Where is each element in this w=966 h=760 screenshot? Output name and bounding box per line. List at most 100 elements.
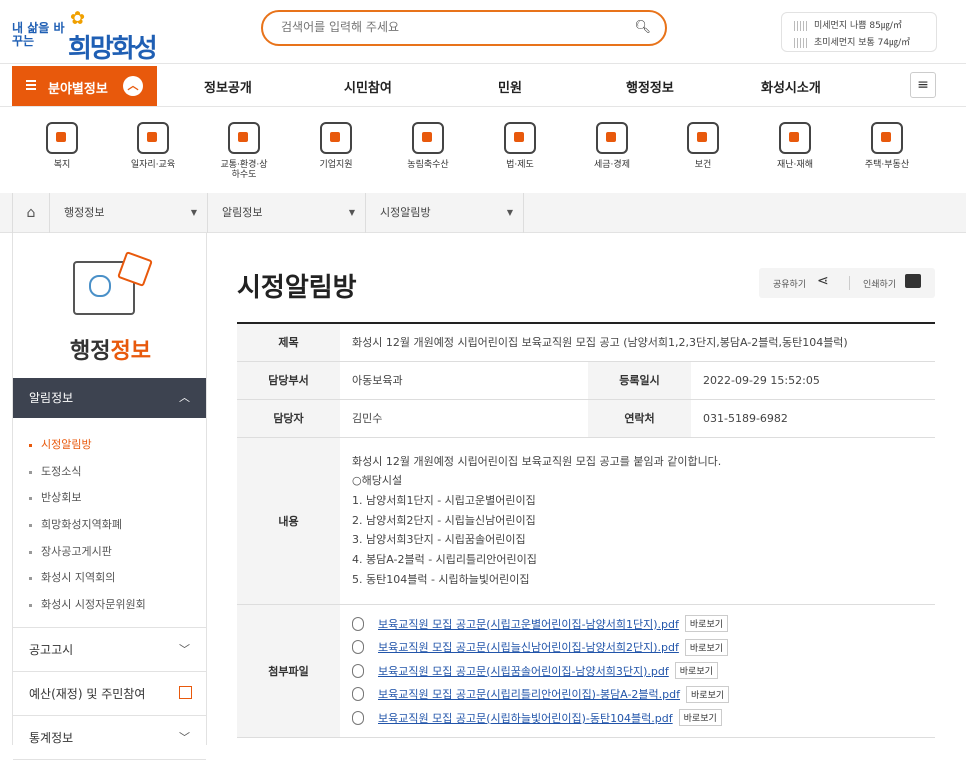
bar-chart-icon <box>596 122 628 154</box>
attachment-link[interactable]: 보육교직원 모집 공고문(시립늘신남어린이집-남양서희2단지).pdf <box>378 639 679 655</box>
category-welfare[interactable]: 복지 <box>17 108 107 170</box>
post-table: 제목 화성시 12월 개원예정 시립어린이집 보육교직원 모집 공고 (남양서희… <box>237 322 935 738</box>
logo-slogan: 내 삶을 바꾸는 <box>12 21 65 48</box>
breadcrumb-level2[interactable]: 알림정보 ▼ <box>208 193 366 233</box>
farm-tools-icon <box>412 122 444 154</box>
paperclip-icon <box>352 640 364 654</box>
main-nav: 분야별정보 ︿ 정보공개 시민참여 민원 행정정보 화성시소개 ≡ <box>0 63 966 107</box>
category-label: 교통·환경·상하수도 <box>220 160 268 180</box>
attachment-item: 보육교직원 모집 공고문(시립늘신남어린이집-남양서희2단지).pdf 바로보기 <box>352 635 923 659</box>
search-icon[interactable]: 🔍︎ <box>634 20 651 35</box>
content-line: 3. 남양서희3단지 - 시립꿈솔어린이집 <box>352 533 526 547</box>
category-disaster[interactable]: 재난·재해 <box>750 108 840 170</box>
content-line: 4. 봉담A-2블럭 - 시립리틀리안어린이집 <box>352 553 537 567</box>
category-business[interactable]: 기업지원 <box>291 108 381 170</box>
sidebar-item-funeral-notice[interactable]: 장사공고게시판 <box>29 539 206 566</box>
page-title: 시정알림방 <box>237 273 357 303</box>
menu-label: 통계정보 <box>29 730 74 745</box>
content-line: 5. 동탄104블럭 - 시립하늘빛어린이집 <box>352 572 530 586</box>
search-input[interactable] <box>281 20 611 34</box>
category-label: 보건 <box>694 160 712 170</box>
car-icon <box>228 122 260 154</box>
category-health[interactable]: 보건 <box>658 108 748 170</box>
attachment-item: 보육교직원 모집 공고문(시립고운별어린이집-남양서희1단지).pdf 바로보기 <box>352 612 923 636</box>
handshake-icon <box>46 122 78 154</box>
field-info-button[interactable]: 분야별정보 ︿ <box>12 66 157 106</box>
print-button[interactable]: 인쇄하기 <box>863 277 896 290</box>
content-label: 내용 <box>237 437 340 605</box>
first-aid-icon <box>687 122 719 154</box>
nav-item-info-disclosure[interactable]: 정보공개 <box>204 77 252 96</box>
preview-button[interactable]: 바로보기 <box>674 662 718 679</box>
businessman-icon <box>320 122 352 154</box>
post-dept: 아동보육과 <box>340 361 588 400</box>
sidebar-item-bansang[interactable]: 반상회보 <box>29 485 206 512</box>
breadcrumb: ⌂ 행정정보 ▼ 알림정보 ▼ 시정알림방 ▼ <box>0 193 966 233</box>
nav-item-admin[interactable]: 행정정보 <box>626 77 674 96</box>
category-agriculture[interactable]: 농림축수산 <box>383 108 473 170</box>
menu-label: 공고고시 <box>29 642 74 657</box>
breadcrumb-level3[interactable]: 시정알림방 ▼ <box>366 193 524 233</box>
nav-item-participation[interactable]: 시민참여 <box>344 77 392 96</box>
content-line: 1. 남양서희1단지 - 시립고운별어린이집 <box>352 493 536 507</box>
breadcrumb-level1[interactable]: 행정정보 ▼ <box>50 193 208 233</box>
sidebar-sublist: 시정알림방 도정소식 반상회보 희망화성지역화폐 장사공고게시판 화성시 지역회… <box>13 418 206 628</box>
dropdown-arrow-icon: ▼ <box>506 208 513 217</box>
category-bar: 복지 일자리·교육 교통·환경·상하수도 기업지원 농림축수산 법·제도 세금·… <box>0 108 966 192</box>
divider <box>849 276 850 290</box>
sidebar-item-city-notice[interactable]: 시정알림방 <box>29 432 206 459</box>
pm10-status: 미세먼지 나쁨 85㎍/㎥ <box>814 21 902 31</box>
sidebar-title-part2: 정보 <box>110 339 151 364</box>
sidebar-title-part1: 행정 <box>70 339 111 364</box>
breadcrumb-label: 행정정보 <box>64 206 105 219</box>
menu-label: 예산(재정) 및 주민참여 <box>29 686 146 701</box>
attachment-link[interactable]: 보육교직원 모집 공고문(시립고운별어린이집-남양서희1단지).pdf <box>378 616 679 632</box>
category-housing[interactable]: 주택·부동산 <box>842 108 932 170</box>
site-logo[interactable]: ✿ 내 삶을 바꾸는 희망화성 <box>10 8 160 64</box>
preview-button[interactable]: 바로보기 <box>686 685 730 703</box>
sidebar-item-regional-council[interactable]: 화성시 지역회의 <box>29 565 206 592</box>
attachment-list: 보육교직원 모집 공고문(시립고운별어린이집-남양서희1단지).pdf 바로보기 … <box>340 604 935 738</box>
preview-button[interactable]: 바로보기 <box>684 638 729 656</box>
dropdown-arrow-icon: ▼ <box>348 208 355 217</box>
breadcrumb-label: 알림정보 <box>222 206 263 219</box>
attach-label: 첨부파일 <box>237 604 340 738</box>
section-label: 알림정보 <box>29 391 74 405</box>
category-jobs[interactable]: 일자리·교육 <box>108 108 198 170</box>
attachment-link[interactable]: 보육교직원 모집 공고문(시립리틀리안어린이집)-봉담A-2블럭.pdf <box>378 686 680 702</box>
category-law[interactable]: 법·제도 <box>475 108 565 170</box>
sidebar-section-notice[interactable]: 알림정보 ︿ <box>13 378 206 418</box>
gavel-icon <box>504 122 536 154</box>
sidebar-item-province-news[interactable]: 도정소식 <box>29 459 206 486</box>
content-line: 2. 남양서희2단지 - 시립늘신남어린이집 <box>352 513 536 527</box>
preview-button[interactable]: 바로보기 <box>684 615 729 632</box>
attachment-item: 보육교직원 모집 공고문(시립하늘빛어린이집)-동탄104블럭.pdf 바로보기 <box>352 706 923 730</box>
category-label: 농림축수산 <box>407 160 449 170</box>
category-label: 법·제도 <box>506 160 534 170</box>
share-icon[interactable]: ⋖ <box>817 273 829 289</box>
grid-icon <box>26 80 36 90</box>
nav-item-about[interactable]: 화성시소개 <box>761 77 821 96</box>
sidebar-menu-statistics[interactable]: 통계정보 ﹀ <box>13 716 206 760</box>
external-link-icon <box>179 685 192 699</box>
hamburger-menu-icon[interactable]: ≡ <box>910 72 936 98</box>
share-button[interactable]: 공유하기 <box>773 277 806 290</box>
category-label: 기업지원 <box>319 160 353 170</box>
chevron-down-icon: ﹀ <box>179 730 190 744</box>
home-icon[interactable]: ⌂ <box>12 193 50 233</box>
attachment-link[interactable]: 보육교직원 모집 공고문(시립하늘빛어린이집)-동탄104블럭.pdf <box>378 710 673 726</box>
sidebar-menu-announcement[interactable]: 공고고시 ﹀ <box>13 628 206 672</box>
sidebar-item-advisory[interactable]: 화성시 시정자문위원회 <box>29 592 206 619</box>
sidebar-item-local-currency[interactable]: 희망화성지역화폐 <box>29 512 206 539</box>
dropdown-arrow-icon: ▼ <box>190 208 197 217</box>
attachment-link[interactable]: 보육교직원 모집 공고문(시립꿈솔어린이집-남양서희3단지).pdf <box>378 663 669 679</box>
sidebar-menu-budget[interactable]: 예산(재정) 및 주민참여 <box>13 672 206 716</box>
category-traffic[interactable]: 교통·환경·상하수도 <box>199 108 289 180</box>
printer-icon[interactable] <box>905 274 921 288</box>
person-label: 담당자 <box>237 399 340 438</box>
sidebar-header: 행정정보 <box>13 233 206 378</box>
preview-button[interactable]: 바로보기 <box>678 709 722 726</box>
post-subject: 화성시 12월 개원예정 시립어린이집 보육교직원 모집 공고 (남양서희1,2… <box>340 323 935 362</box>
nav-item-civil[interactable]: 민원 <box>498 77 522 96</box>
category-tax[interactable]: 세금·경제 <box>567 108 657 170</box>
